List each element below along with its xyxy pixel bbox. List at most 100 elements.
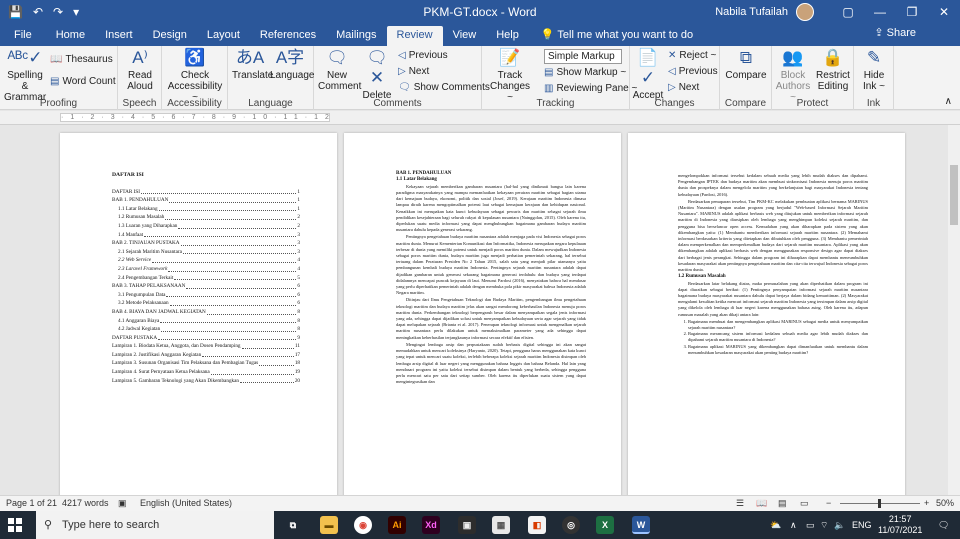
- show-hidden-icons-icon[interactable]: ∧: [790, 511, 797, 539]
- word-icon[interactable]: W: [632, 516, 650, 534]
- tab-references[interactable]: References: [250, 26, 326, 46]
- task-view-icon[interactable]: ⧉: [284, 516, 302, 534]
- hide-ink-button[interactable]: ✎ Hide Ink ~: [856, 48, 892, 92]
- toc-entry[interactable]: 1.1 Latar Belakang 1: [112, 205, 300, 214]
- avatar[interactable]: [796, 3, 814, 21]
- new-comment-button[interactable]: 🗨 New Comment: [318, 48, 361, 92]
- xd-icon[interactable]: Xd: [422, 516, 440, 534]
- toc-entry[interactable]: 1.4 Manfaat 3: [112, 231, 300, 240]
- toc-entry[interactable]: 4.2 Jadwal Kegiatan 8: [112, 325, 300, 334]
- tab-layout[interactable]: Layout: [197, 26, 250, 46]
- taskbar-search-input[interactable]: ⚲ Type here to search: [36, 511, 274, 539]
- toc-entry[interactable]: BAB 3. TAHAP PELAKSANAAN 6: [112, 282, 300, 291]
- accept-button[interactable]: 📄✓ Accept: [632, 48, 664, 101]
- previous-comment-button[interactable]: ◁ Previous: [398, 50, 448, 62]
- reviewing-pane-button[interactable]: ▥ Reviewing Pane ~: [544, 83, 637, 95]
- toc-entry[interactable]: 3.2 Metode Pelaksanaan 6: [112, 299, 300, 308]
- redo-icon[interactable]: ↷: [53, 5, 63, 19]
- web-layout-icon[interactable]: ▭: [800, 496, 809, 511]
- collapse-ribbon-icon[interactable]: ∧: [945, 96, 952, 108]
- zoom-slider-thumb[interactable]: [878, 499, 881, 508]
- toc-entry[interactable]: DAFTAR ISI 1: [112, 188, 300, 197]
- input-language[interactable]: ENG: [852, 511, 872, 539]
- app-icon[interactable]: ◎: [562, 516, 580, 534]
- toc-entry[interactable]: Lampiran 4. Surat Pernyataan Ketua Pelak…: [112, 368, 300, 377]
- page-3[interactable]: mengelompokkan informasi tersebut kedala…: [628, 133, 905, 495]
- share-button[interactable]: ⇪ Share: [874, 26, 916, 39]
- tab-design[interactable]: Design: [143, 26, 197, 46]
- clock[interactable]: 21:57 11/07/2021: [878, 514, 922, 536]
- vertical-scrollbar[interactable]: [948, 125, 960, 495]
- toc-entry[interactable]: BAB 2. TINJAUAN PUSTAKA 3: [112, 239, 300, 248]
- toc-entry[interactable]: 2.1 Sejarah Maritim Nusantara 3: [112, 248, 300, 257]
- tab-file[interactable]: File: [0, 26, 46, 46]
- proofing-status-icon[interactable]: ▣: [118, 496, 127, 511]
- toc-entry[interactable]: 2.3 Laravel Framework 4: [112, 265, 300, 274]
- battery-icon[interactable]: ▭: [806, 511, 815, 539]
- show-comments-button[interactable]: 🗨 Show Comments: [398, 82, 490, 94]
- show-markup-button[interactable]: ▤ Show Markup ~: [544, 67, 626, 79]
- tab-help[interactable]: Help: [486, 26, 529, 46]
- user-name[interactable]: Nabila Tufailah: [715, 6, 788, 18]
- next-change-button[interactable]: ▷ Next: [668, 82, 699, 94]
- restrict-editing-button[interactable]: 🔒 Restrict Editing: [814, 48, 852, 92]
- close-icon[interactable]: ✕: [928, 5, 960, 19]
- next-comment-button[interactable]: ▷ Next: [398, 66, 429, 78]
- excel-icon[interactable]: X: [596, 516, 614, 534]
- toc-entry[interactable]: Lampiran 5. Gambaran Teknologi yang Akan…: [112, 377, 300, 386]
- volume-icon[interactable]: 🔈: [834, 511, 845, 539]
- toc-entry[interactable]: BAB 1. PENDAHULUAN 1: [112, 196, 300, 205]
- app-icon[interactable]: ▣: [458, 516, 476, 534]
- ribbon-display-icon[interactable]: ▢: [832, 5, 864, 19]
- block-authors-button[interactable]: 👥 Block Authors ~: [774, 48, 812, 103]
- markup-select[interactable]: Simple Markup: [544, 49, 622, 64]
- toc-entry[interactable]: Lampiran 1. Biodata Ketua, Anggota, dan …: [112, 342, 300, 351]
- page-count[interactable]: Page 1 of 21: [6, 496, 57, 511]
- track-changes-button[interactable]: 📝 Track Changes ~: [486, 48, 534, 103]
- maximize-icon[interactable]: ❐: [896, 5, 928, 19]
- zoom-in-icon[interactable]: +: [924, 496, 929, 511]
- toc-entry[interactable]: Lampiran 3. Susunan Organisasi Tim Pelak…: [112, 359, 300, 368]
- app-icon[interactable]: ▦: [492, 516, 510, 534]
- toc-entry[interactable]: 1.2 Rumusan Masalah 2: [112, 213, 300, 222]
- toc-entry[interactable]: BAB 4. BIAYA DAN JADWAL KEGIATAN 8: [112, 308, 300, 317]
- illustrator-icon[interactable]: Ai: [388, 516, 406, 534]
- weather-icon[interactable]: ⛅: [770, 511, 781, 539]
- zoom-out-icon[interactable]: −: [826, 496, 831, 511]
- toc-entry[interactable]: 3.1 Pengumpulan Data 6: [112, 291, 300, 300]
- toc-entry[interactable]: DAFTAR PUSTAKA 9: [112, 334, 300, 343]
- tab-home[interactable]: Home: [46, 26, 95, 46]
- word-count-button[interactable]: ▤ Word Count: [50, 76, 116, 88]
- tell-me-input[interactable]: 💡 Tell me what you want to do: [541, 26, 693, 46]
- office-icon[interactable]: ◧: [528, 516, 546, 534]
- translate-button[interactable]: あA Translate: [232, 48, 273, 81]
- save-icon[interactable]: 💾: [8, 5, 23, 19]
- tab-mailings[interactable]: Mailings: [326, 26, 386, 46]
- print-layout-icon[interactable]: ▤: [778, 496, 787, 511]
- thesaurus-button[interactable]: 📖 Thesaurus: [50, 54, 113, 66]
- reject-button[interactable]: ✕ Reject ~: [668, 50, 716, 62]
- toc-entry[interactable]: 2.2 Web Service 4: [112, 256, 300, 265]
- document-area[interactable]: DAFTAR ISI DAFTAR ISI 1 BAB 1. PENDAHULUAN…: [0, 125, 948, 495]
- tab-view[interactable]: View: [443, 26, 487, 46]
- delete-comment-button[interactable]: 🗨✕ Delete: [360, 48, 394, 101]
- toc-entry[interactable]: 1.3 Luaran yang Diharapkan 2: [112, 222, 300, 231]
- scroll-thumb[interactable]: [950, 165, 958, 225]
- language-status[interactable]: English (United States): [140, 496, 232, 511]
- focus-mode-icon[interactable]: ☰: [736, 496, 744, 511]
- toc-entry[interactable]: 4.1 Anggaran Biaya 8: [112, 317, 300, 326]
- windows-start-icon[interactable]: [8, 518, 22, 532]
- minimize-icon[interactable]: —: [864, 5, 896, 19]
- page-1[interactable]: DAFTAR ISI DAFTAR ISI 1 BAB 1. PENDAHULUAN…: [60, 133, 337, 495]
- zoom-level[interactable]: 50%: [936, 496, 954, 511]
- undo-icon[interactable]: ↶: [33, 5, 43, 19]
- spelling-grammar-button[interactable]: ᴬᴮᶜ✓ Spelling & Grammar: [4, 48, 46, 103]
- word-count[interactable]: 4217 words: [62, 496, 109, 511]
- file-explorer-icon[interactable]: ▬: [320, 516, 338, 534]
- horizontal-ruler[interactable]: ·1·2·3·4·5·6·7·8·9·10·11·12·13·14·15·: [0, 111, 960, 125]
- toc-entry[interactable]: 2.4 Pengembangan Terkait 5: [112, 274, 300, 283]
- check-accessibility-button[interactable]: ♿ Check Accessibility ~: [164, 48, 226, 103]
- tab-review[interactable]: Review: [386, 26, 443, 46]
- language-button[interactable]: A字 Language: [270, 48, 315, 81]
- toc-entry[interactable]: Lampiran 2. Justifikasi Anggaran Kegiata…: [112, 351, 300, 360]
